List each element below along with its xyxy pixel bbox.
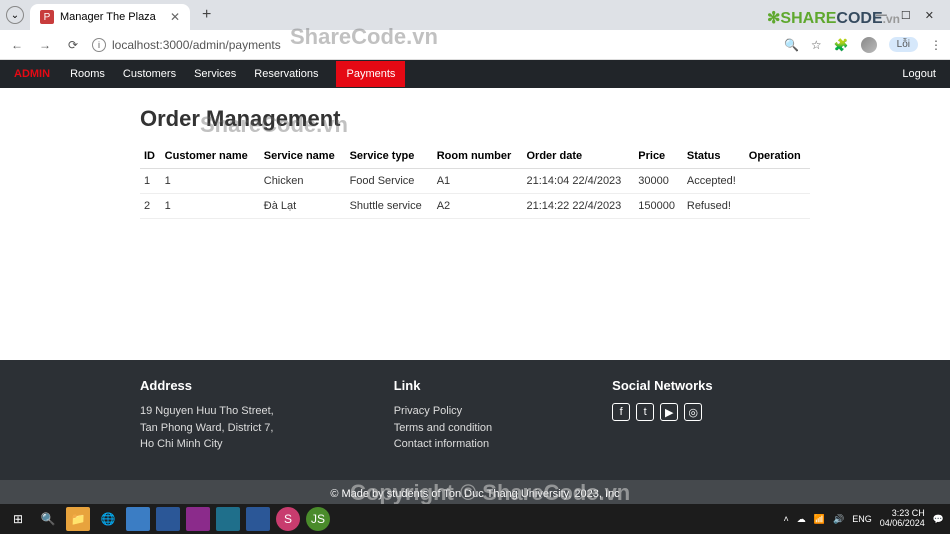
clock[interactable]: 3:23 CH 04/06/2024	[880, 509, 925, 529]
back-button[interactable]: ←	[8, 38, 26, 52]
extension-error-button[interactable]: Lỗi	[889, 37, 918, 52]
youtube-icon[interactable]: ▶	[660, 403, 678, 421]
search-icon[interactable]: 🔍	[36, 507, 60, 531]
app-icon[interactable]	[156, 507, 180, 531]
th-type: Service type	[346, 144, 433, 169]
app-icon[interactable]	[216, 507, 240, 531]
language-indicator[interactable]: ENG	[852, 514, 872, 524]
footer-link-title: Link	[394, 378, 492, 393]
forward-button[interactable]: →	[36, 38, 54, 52]
th-status: Status	[683, 144, 745, 169]
page-title: Order Management	[140, 106, 810, 132]
th-id: ID	[140, 144, 161, 169]
explorer-icon[interactable]: 📁	[66, 507, 90, 531]
url-text: localhost:3000/admin/payments	[112, 38, 281, 52]
nav-customers[interactable]: Customers	[123, 68, 176, 80]
instagram-icon[interactable]: ◎	[684, 403, 702, 421]
footer-social-title: Social Networks	[612, 378, 712, 393]
tray-chevron-icon[interactable]: ˄	[784, 514, 789, 524]
close-tab-icon[interactable]: ✕	[170, 10, 180, 24]
app-icon[interactable]	[126, 507, 150, 531]
footer: Address 19 Nguyen Huu Tho Street, Tan Ph…	[0, 360, 950, 480]
app-icon[interactable]: JS	[306, 507, 330, 531]
site-info-icon[interactable]: i	[92, 38, 106, 52]
vscode-icon[interactable]	[246, 507, 270, 531]
menu-icon[interactable]: ⋮	[930, 38, 942, 52]
reload-button[interactable]: ⟳	[64, 38, 82, 52]
tab-search-icon[interactable]: ⌄	[6, 6, 24, 24]
new-tab-button[interactable]: +	[202, 6, 211, 24]
extensions-icon[interactable]: 🧩	[834, 38, 849, 52]
bookmark-icon[interactable]: ☆	[811, 38, 822, 52]
windows-taskbar: ⊞ 🔍 📁 🌐 S JS ˄ ☁ 📶 🔊 ENG 3:23 CH 04/06/2…	[0, 504, 950, 534]
th-price: Price	[634, 144, 683, 169]
browser-tab[interactable]: P Manager The Plaza ✕	[30, 4, 190, 30]
start-button[interactable]: ⊞	[6, 507, 30, 531]
facebook-icon[interactable]: f	[612, 403, 630, 421]
logout-button[interactable]: Logout	[902, 68, 936, 80]
th-customer: Customer name	[161, 144, 260, 169]
th-date: Order date	[522, 144, 634, 169]
table-row: 2 1 Đà Lạt Shuttle service A2 21:14:22 2…	[140, 194, 810, 219]
nav-reservations[interactable]: Reservations	[254, 68, 318, 80]
nav-brand[interactable]: ADMIN	[14, 68, 50, 80]
orders-table: ID Customer name Service name Service ty…	[140, 144, 810, 219]
tab-title: Manager The Plaza	[60, 11, 156, 23]
nav-services[interactable]: Services	[194, 68, 236, 80]
notifications-icon[interactable]: 💬	[933, 514, 944, 525]
favicon-icon: P	[40, 10, 54, 24]
app-icon[interactable]	[186, 507, 210, 531]
zoom-icon[interactable]: 🔍	[784, 38, 799, 52]
maximize-button[interactable]: ☐	[901, 9, 911, 22]
close-window-button[interactable]: ✕	[925, 9, 934, 22]
volume-icon[interactable]: 🔊	[833, 514, 844, 525]
admin-navbar: ADMIN Rooms Customers Services Reservati…	[0, 60, 950, 88]
chrome-icon[interactable]: 🌐	[96, 507, 120, 531]
profile-icon[interactable]	[861, 37, 877, 53]
th-service: Service name	[260, 144, 346, 169]
url-input[interactable]: i localhost:3000/admin/payments	[92, 38, 774, 52]
table-row: 1 1 Chicken Food Service A1 21:14:04 22/…	[140, 169, 810, 194]
footer-link-contact[interactable]: Contact information	[394, 436, 492, 453]
cloud-icon[interactable]: ☁	[797, 514, 806, 525]
nav-payments[interactable]: Payments	[336, 61, 405, 87]
th-operation: Operation	[745, 144, 810, 169]
nav-rooms[interactable]: Rooms	[70, 68, 105, 80]
app-icon[interactable]: S	[276, 507, 300, 531]
footer-address-title: Address	[140, 378, 274, 393]
th-room: Room number	[433, 144, 523, 169]
wifi-icon[interactable]: 📶	[814, 514, 825, 525]
address-bar: ← → ⟳ i localhost:3000/admin/payments 🔍 …	[0, 30, 950, 60]
sharecode-logo: ✻SHARECODE.vn	[767, 8, 900, 28]
footer-link-privacy[interactable]: Privacy Policy	[394, 403, 492, 420]
footer-link-terms[interactable]: Terms and condition	[394, 420, 492, 437]
twitter-icon[interactable]: t	[636, 403, 654, 421]
